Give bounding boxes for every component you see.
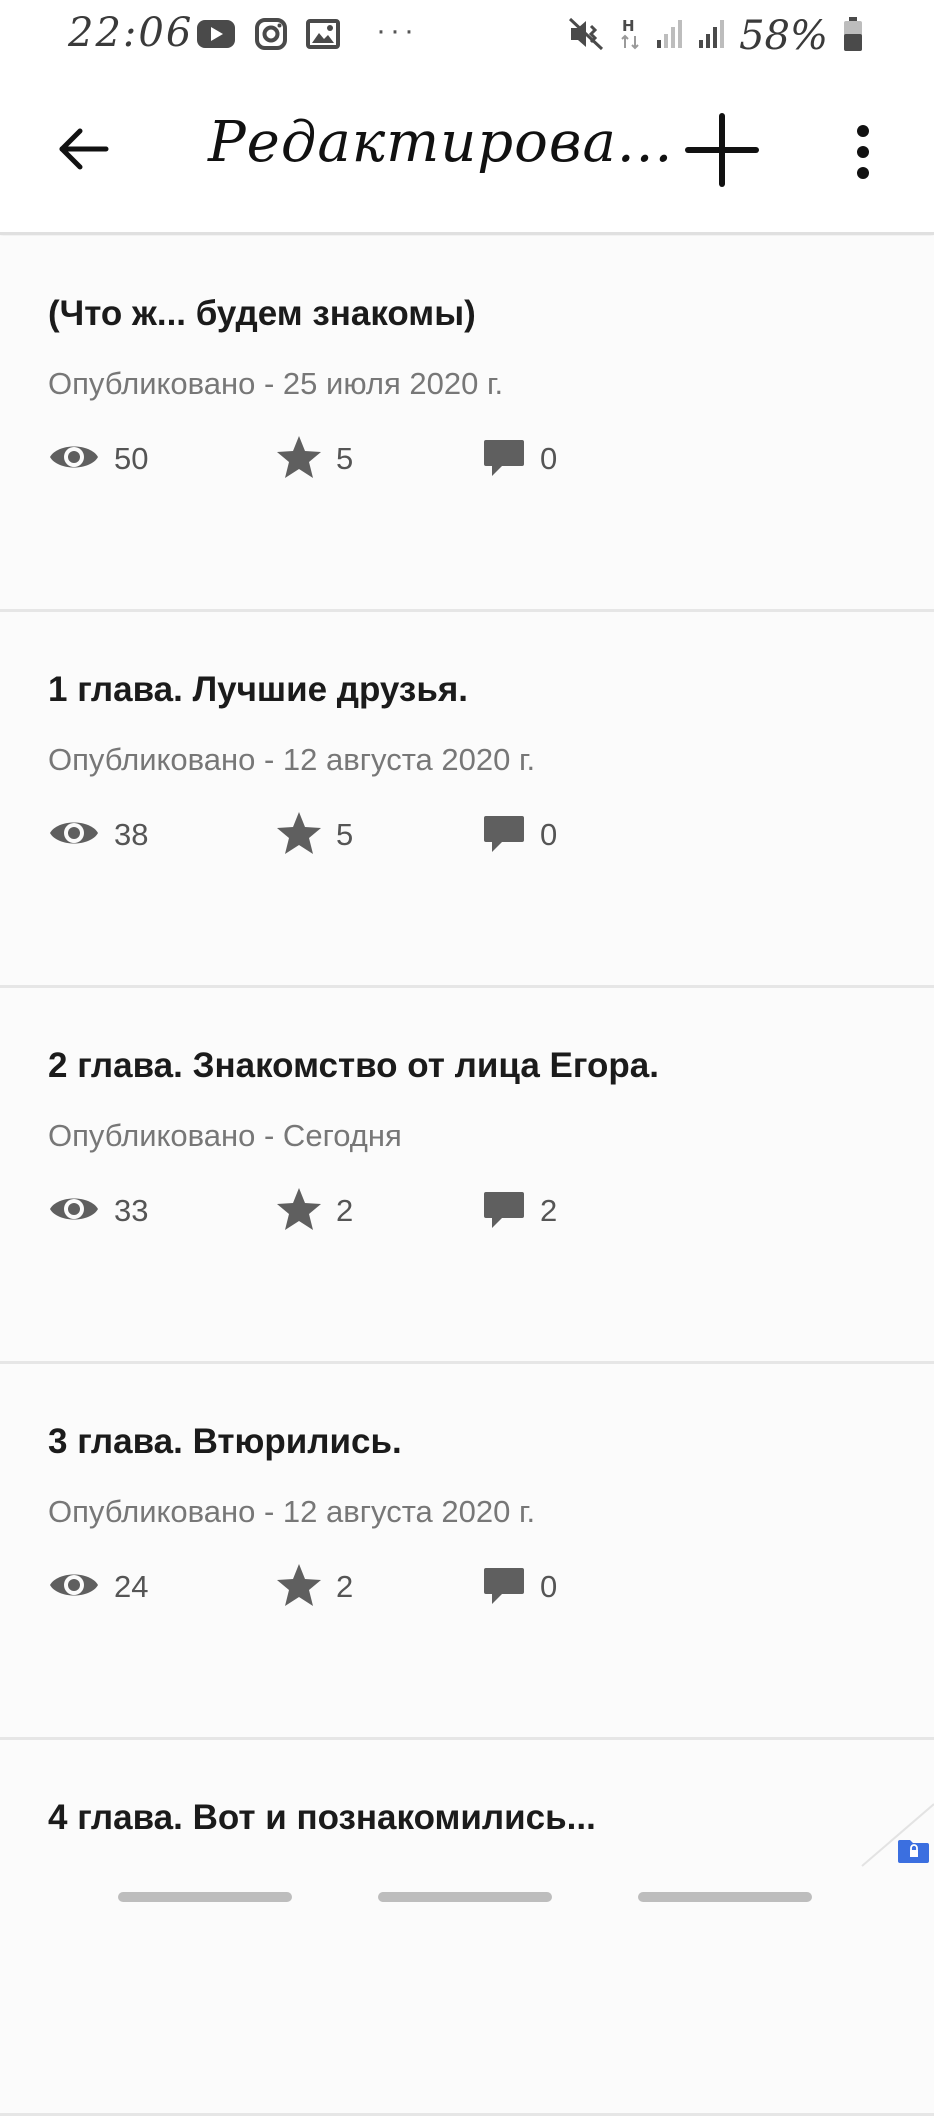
svg-text:H: H	[622, 17, 635, 35]
chapter-published-date: Опубликовано - 12 августа 2020 г.	[48, 742, 536, 777]
comment-icon	[482, 1188, 526, 1235]
comment-icon	[482, 1564, 526, 1611]
gallery-icon	[306, 18, 340, 54]
eye-icon	[48, 815, 100, 856]
app-bar: Редактирова...	[0, 70, 934, 235]
mute-vibrate-icon	[569, 17, 605, 56]
chapter-stats: 38 5 0	[48, 810, 848, 860]
comments-count: 2	[540, 1193, 558, 1228]
plus-icon	[684, 112, 760, 193]
votes-stat: 5	[276, 810, 353, 860]
comments-stat: 2	[482, 1186, 557, 1236]
more-notifications-icon: ···	[376, 14, 418, 47]
comments-count: 0	[540, 817, 558, 852]
views-stat: 50	[48, 434, 148, 484]
votes-stat: 2	[276, 1562, 353, 1612]
chapter-published-date: Опубликовано - 12 августа 2020 г.	[48, 1494, 536, 1529]
eye-icon	[48, 1567, 100, 1608]
battery-percent: 58%	[739, 13, 828, 59]
chapter-published-date: Опубликовано - 25 июля 2020 г.	[48, 366, 504, 401]
instagram-icon	[254, 17, 288, 56]
votes-count: 2	[336, 1193, 354, 1228]
chapter-stats: 33 2 2	[48, 1186, 848, 1236]
battery-icon	[842, 16, 864, 57]
more-vert-icon	[855, 124, 871, 185]
star-icon	[276, 1187, 322, 1236]
views-stat: 24	[48, 1562, 148, 1612]
comments-count: 0	[540, 1569, 558, 1604]
chapter-item[interactable]: (Что ж... будем знакомы) Опубликовано - …	[0, 236, 934, 612]
status-bar: 22:06 ··· H 58%	[0, 0, 934, 70]
arrow-back-icon	[56, 126, 110, 177]
chapter-item[interactable]: 1 глава. Лучшие друзья. Опубликовано - 1…	[0, 612, 934, 988]
views-count: 24	[114, 1569, 149, 1604]
nav-handle-center[interactable]	[378, 1892, 552, 1902]
signal-icon	[697, 18, 725, 55]
comments-stat: 0	[482, 1562, 557, 1612]
views-stat: 38	[48, 810, 148, 860]
comments-stat: 0	[482, 434, 557, 484]
comments-count: 0	[540, 441, 558, 476]
youtube-icon	[196, 19, 236, 54]
chapter-title: 4 глава. Вот и познакомились...	[48, 1798, 596, 1837]
status-time: 22:06	[68, 10, 194, 56]
views-count: 33	[114, 1193, 149, 1228]
votes-stat: 5	[276, 434, 353, 484]
chapter-stats: 24 2 0	[48, 1562, 848, 1612]
votes-count: 2	[336, 1569, 354, 1604]
folder-lock-icon	[898, 1840, 929, 1863]
star-icon	[276, 435, 322, 484]
status-icons-right: H 58%	[569, 13, 864, 59]
gesture-navigation-bar	[0, 1886, 934, 1920]
chapter-title: (Что ж... будем знакомы)	[48, 294, 476, 333]
star-icon	[276, 1563, 322, 1612]
eye-icon	[48, 1191, 100, 1232]
votes-stat: 2	[276, 1186, 353, 1236]
nav-handle-right[interactable]	[638, 1892, 812, 1902]
h-data-icon: H	[619, 16, 641, 57]
page-title: Редактирова...	[208, 110, 674, 175]
eye-icon	[48, 439, 100, 480]
star-icon	[276, 811, 322, 860]
chapter-item[interactable]: 2 глава. Знакомство от лица Егора. Опубл…	[0, 988, 934, 1364]
chapter-title: 2 глава. Знакомство от лица Егора.	[48, 1046, 659, 1085]
chapter-published-date: Опубликовано - Сегодня	[48, 1118, 402, 1153]
chapter-title: 3 глава. Втюрились.	[48, 1422, 402, 1461]
votes-count: 5	[336, 817, 354, 852]
votes-count: 5	[336, 441, 354, 476]
status-icons-left: ···	[196, 14, 418, 56]
more-options-button[interactable]	[838, 114, 888, 194]
back-button[interactable]	[48, 116, 118, 186]
chapter-list: (Что ж... будем знакомы) Опубликовано - …	[0, 236, 934, 2116]
views-count: 38	[114, 817, 149, 852]
signal-icon	[655, 18, 683, 55]
folder-badge[interactable]	[858, 1800, 934, 1870]
views-count: 50	[114, 441, 149, 476]
comment-icon	[482, 436, 526, 483]
chapter-title: 1 глава. Лучшие друзья.	[48, 670, 468, 709]
views-stat: 33	[48, 1186, 148, 1236]
chapter-item[interactable]: 4 глава. Вот и познакомились...	[0, 1740, 934, 2116]
comments-stat: 0	[482, 810, 557, 860]
chapter-item[interactable]: 3 глава. Втюрились. Опубликовано - 12 ав…	[0, 1364, 934, 1740]
chapter-stats: 50 5 0	[48, 434, 848, 484]
nav-handle-left[interactable]	[118, 1892, 292, 1902]
comment-icon	[482, 812, 526, 859]
add-chapter-button[interactable]	[680, 110, 764, 194]
